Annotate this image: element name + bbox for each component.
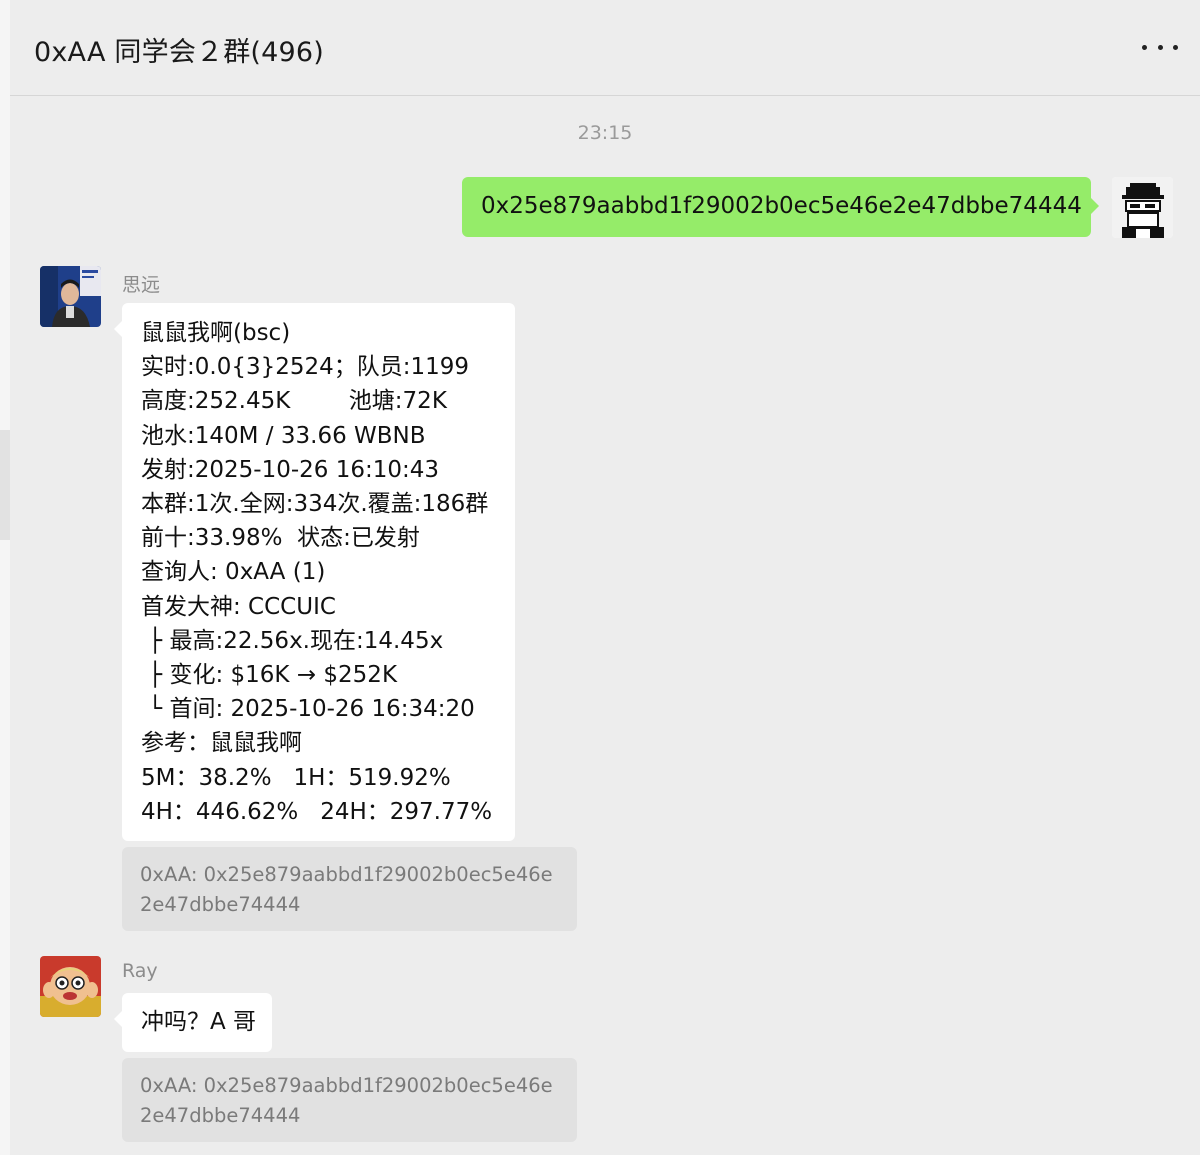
chat-window: 0xAA 同学会２群(496) 23:15 0x25e879aabbd1f290… — [0, 0, 1200, 1155]
ray-avatar[interactable] — [40, 956, 101, 1017]
message-line: 4H：446.62% 24H：297.77% — [141, 798, 493, 825]
quote-line: 2e47dbbe74444 — [140, 1104, 301, 1127]
message-line: 高度:252.45K 池塘:72K — [141, 388, 447, 415]
message-line: ├ 最高:22.56x.现在:14.45x — [141, 627, 444, 654]
message-line: 发射:2025-10-26 16:10:43 — [141, 456, 440, 483]
quote-line: 0xAA: 0x25e879aabbd1f29002b0ec5e46e — [140, 863, 553, 886]
message-line: 池水:140M / 33.66 WBNB — [141, 422, 426, 449]
siyuan-message-bubble[interactable]: 鼠鼠我啊(bsc) 实时:0.0{3}2524；队员:1199 高度:252.4… — [114, 303, 515, 841]
message-line: 本群:1次.全网:334次.覆盖:186群 — [141, 491, 489, 518]
self-avatar[interactable] — [1112, 177, 1173, 238]
quote-line: 0xAA: 0x25e879aabbd1f29002b0ec5e46e — [140, 1074, 553, 1097]
message-line: 查询人: 0xAA (1) — [141, 559, 326, 586]
message-line: └ 首间: 2025-10-26 16:34:20 — [141, 696, 475, 723]
self-message-text: 0x25e879aabbd1f29002b0ec5e46e2e47dbbe744… — [481, 193, 1082, 219]
more-dot — [1157, 44, 1163, 50]
self-message-bubble[interactable]: 0x25e879aabbd1f29002b0ec5e46e2e47dbbe744… — [462, 177, 1099, 237]
message-line: 实时:0.0{3}2524；队员:1199 — [141, 354, 470, 381]
more-horizontal-icon — [1142, 44, 1147, 50]
cartoon-avatar-icon — [40, 956, 101, 1017]
message-line: 参考：鼠鼠我啊 — [141, 730, 302, 757]
chat-header: 0xAA 同学会２群(496) — [10, 0, 1200, 96]
message-line: 鼠鼠我啊(bsc) — [141, 320, 291, 346]
person-photo-icon — [40, 266, 101, 327]
message-line: ├ 变化: $16K → $252K — [141, 662, 398, 689]
message-timestamp: 23:15 — [577, 122, 633, 144]
message-line: 首发大神: CCCUIC — [141, 593, 336, 620]
ray-message-bubble[interactable]: 冲吗？A 哥 — [114, 993, 272, 1052]
quoted-message[interactable]: 0xAA: 0x25e879aabbd1f29002b0ec5e46e 2e47… — [122, 847, 577, 931]
sidebar-scroll-edge — [0, 430, 10, 540]
pixel-avatar-icon — [1112, 177, 1173, 238]
chat-title: 0xAA 同学会２群(496) — [34, 37, 325, 68]
more-options-button[interactable] — [1142, 32, 1178, 62]
sender-name: 思远 — [122, 274, 161, 296]
quote-line: 2e47dbbe74444 — [140, 893, 301, 916]
sender-name: Ray — [122, 960, 158, 982]
siyuan-avatar[interactable] — [40, 266, 101, 327]
message-line: 5M：38.2% 1H：519.92% — [141, 764, 451, 791]
quoted-message[interactable]: 0xAA: 0x25e879aabbd1f29002b0ec5e46e 2e47… — [122, 1058, 577, 1142]
message-line: 前十:33.98% 状态:已发射 — [141, 525, 420, 552]
message-line: 冲吗？A 哥 — [141, 1009, 257, 1035]
more-dot — [1173, 44, 1178, 50]
